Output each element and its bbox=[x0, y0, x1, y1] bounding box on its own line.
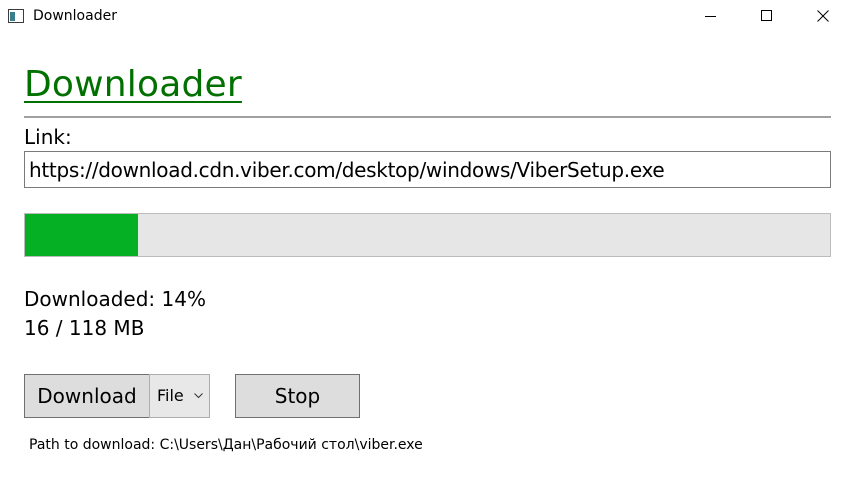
download-progress-bar bbox=[24, 213, 831, 257]
minimize-button[interactable] bbox=[688, 0, 734, 32]
mode-select-value: File bbox=[157, 386, 184, 405]
close-button[interactable] bbox=[800, 0, 846, 32]
title-bar: Downloader bbox=[0, 0, 855, 32]
header-separator bbox=[24, 116, 831, 118]
maximize-icon bbox=[761, 10, 772, 21]
window-title: Downloader bbox=[33, 8, 117, 24]
link-label: Link: bbox=[24, 125, 72, 149]
minimize-icon bbox=[705, 16, 716, 17]
close-icon bbox=[817, 10, 829, 22]
link-input[interactable] bbox=[24, 151, 831, 188]
app-icon bbox=[8, 9, 24, 23]
downloaded-size-text: 16 / 118 MB bbox=[24, 316, 145, 340]
maximize-button[interactable] bbox=[744, 0, 790, 32]
download-path-text: Path to download: C:\Users\Дан\Рабочий с… bbox=[29, 437, 423, 453]
stop-button[interactable]: Stop bbox=[235, 374, 360, 418]
chevron-down-icon bbox=[194, 393, 203, 399]
progress-fill bbox=[25, 214, 138, 256]
downloaded-percent-text: Downloaded: 14% bbox=[24, 287, 206, 311]
mode-select[interactable]: File bbox=[149, 374, 210, 418]
page-title: Downloader bbox=[24, 64, 242, 105]
download-button[interactable]: Download bbox=[24, 374, 150, 418]
